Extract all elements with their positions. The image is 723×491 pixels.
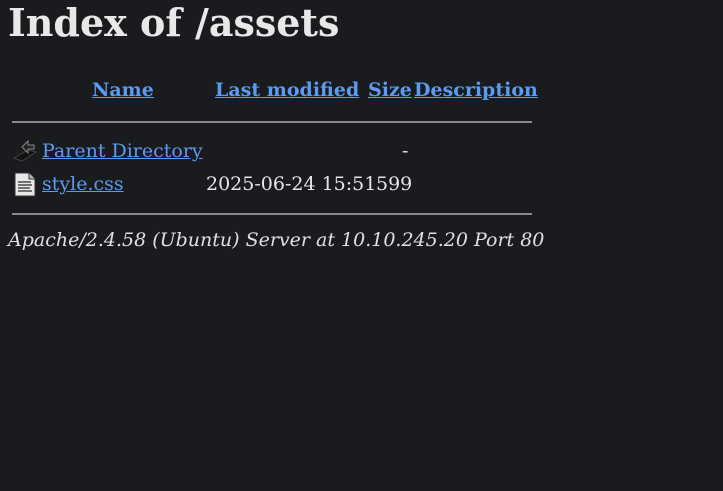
table-row: style.css 2025-06-24 15:51 599 — [12, 170, 532, 200]
directory-listing-page: Index of /assets Name Last modified Size… — [0, 0, 723, 491]
parent-directory-icon — [12, 138, 38, 164]
sort-by-size-link[interactable]: Size — [368, 79, 412, 101]
last-modified-value: 2025-06-24 15:51 — [206, 173, 377, 195]
sort-by-last-modified-link[interactable]: Last modified — [215, 79, 359, 101]
size-value: - — [402, 140, 409, 162]
footer-divider — [12, 213, 532, 215]
page-title: Index of /assets — [8, 0, 340, 45]
file-table: Name Last modified Size Description Pare… — [12, 79, 538, 215]
sort-by-name-link[interactable]: Name — [92, 79, 154, 101]
sort-by-description-link[interactable]: Description — [414, 79, 538, 101]
file-link-style-css[interactable]: style.css — [42, 173, 124, 195]
table-row: Parent Directory - — [12, 137, 532, 167]
server-signature: Apache/2.4.58 (Ubuntu) Server at 10.10.2… — [8, 229, 545, 251]
parent-directory-link[interactable]: Parent Directory — [42, 140, 203, 162]
text-file-icon — [12, 171, 38, 197]
table-header: Name Last modified Size Description — [12, 79, 538, 107]
header-divider — [12, 121, 532, 123]
size-value: 599 — [376, 173, 413, 195]
